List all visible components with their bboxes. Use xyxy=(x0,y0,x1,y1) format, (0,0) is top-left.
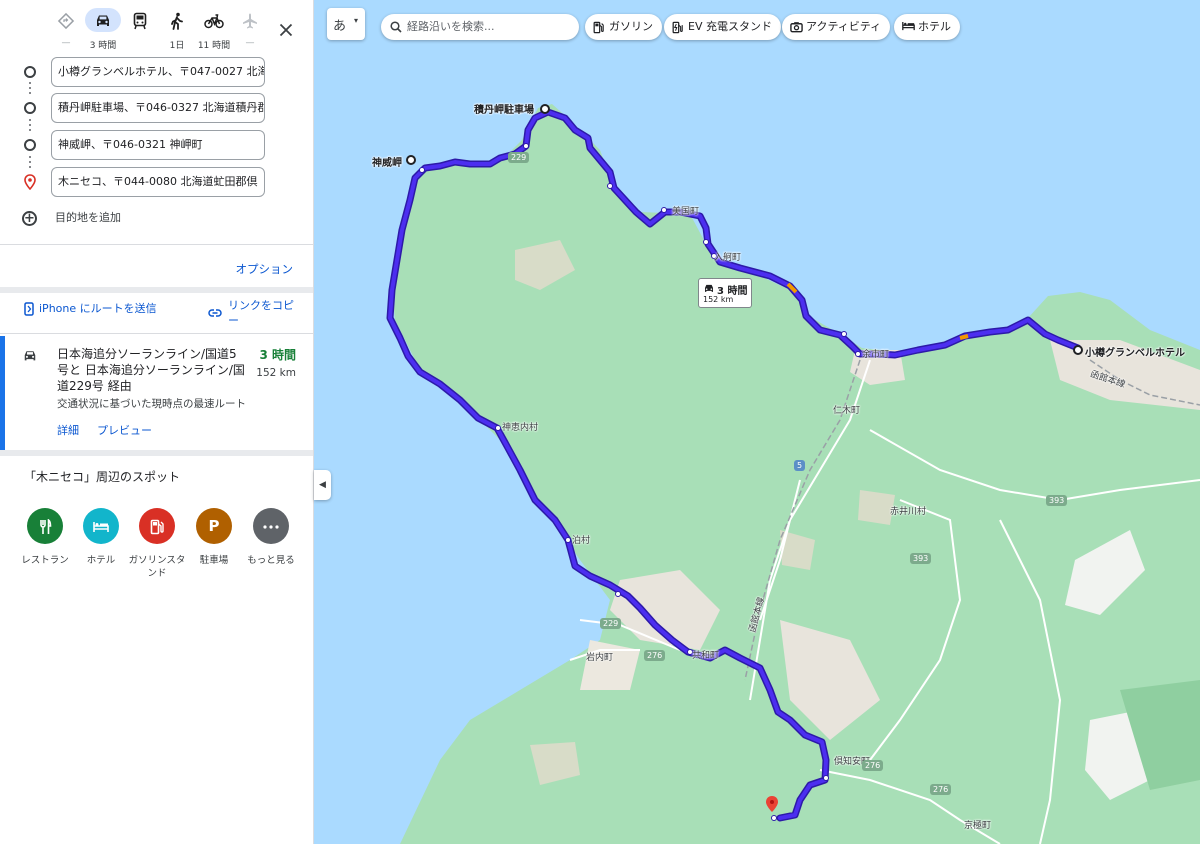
chip-ev-charging[interactable]: EV 充電スタンド xyxy=(664,14,781,40)
mode-walk[interactable]: 1日 xyxy=(157,8,197,52)
map-canvas[interactable]: 積丹岬駐車場 神威岬 小樽グランベルホテル 美国町 入舸町 余市町 仁木町 神恵… xyxy=(314,0,1200,844)
search-icon xyxy=(390,21,402,33)
search-along-route-input[interactable]: 経路沿いを検索... xyxy=(381,14,579,40)
stop-2-input[interactable]: 積丹岬駐車場、〒046-0327 北海道積丹郡 xyxy=(51,93,265,123)
route-shield-229: 229 xyxy=(600,618,622,629)
label-niki: 仁木町 xyxy=(833,406,861,416)
route-time: 3 時間 xyxy=(259,348,296,362)
more-dots-icon xyxy=(253,508,289,544)
label-irika: 入舸町 xyxy=(714,253,742,263)
label-iwanai: 岩内町 xyxy=(586,653,614,663)
stop-1: 小樽グランベルホテル、〒047-0027 北海 xyxy=(0,57,300,87)
waypoint-marker[interactable] xyxy=(1073,345,1083,355)
destination-pin-icon xyxy=(23,174,37,194)
route-time-callout[interactable]: 3 時間 152 km xyxy=(698,278,752,308)
label-otaru-hotel: 小樽グランベルホテル xyxy=(1085,348,1185,359)
options-button[interactable]: オプション xyxy=(236,261,294,277)
travel-mode-bar: — 3 時間 1日 11 時間 — xyxy=(0,8,313,52)
route-shield-276: 276 xyxy=(644,650,666,661)
map-graphic xyxy=(314,0,1200,844)
car-icon xyxy=(85,8,121,32)
traffic-segment xyxy=(959,334,969,340)
stop-3: 神威岬、〒046-0321 神岬町 xyxy=(0,130,300,160)
divider xyxy=(0,333,313,334)
route-description: 交通状況に基づいた現時点の最速ルート xyxy=(57,398,246,410)
label-bikuni: 美国町 xyxy=(672,207,700,217)
route-shield-393: 393 xyxy=(910,553,932,564)
spot-restaurant[interactable]: レストラン xyxy=(13,508,77,567)
input-method-button[interactable]: あ ▾ xyxy=(327,8,365,40)
label-akaigawa: 赤井川村 xyxy=(890,507,927,517)
add-circle-icon: + xyxy=(22,210,37,226)
hotel-bed-icon xyxy=(902,21,915,31)
link-icon xyxy=(208,309,222,317)
mode-flight[interactable]: — xyxy=(230,8,270,52)
spot-more[interactable]: もっと見る xyxy=(239,508,303,567)
mode-transit[interactable] xyxy=(120,8,160,52)
route-shield-276: 276 xyxy=(862,760,884,771)
mode-car[interactable]: 3 時間 xyxy=(83,8,123,52)
route-shield-5: 5 xyxy=(794,460,806,471)
chevron-left-icon: ◀ xyxy=(319,480,326,490)
chip-activity[interactable]: アクティビティ xyxy=(782,14,891,40)
train-icon xyxy=(122,8,158,32)
route-shield-393: 393 xyxy=(1046,495,1068,506)
route-option-card[interactable]: 日本海追分ソーランライン/国道5号と 日本海追分ソーランライン/国道229号 経… xyxy=(0,336,313,450)
hotel-bed-icon xyxy=(83,508,119,544)
stop-2: 積丹岬駐車場、〒046-0327 北海道積丹郡 xyxy=(0,93,300,123)
label-yoichi: 余市町 xyxy=(862,350,890,360)
walk-icon xyxy=(159,8,195,32)
stop-3-input[interactable]: 神威岬、〒046-0321 神岬町 xyxy=(51,130,265,160)
waypoint-circle-icon xyxy=(24,102,36,114)
parking-icon: P xyxy=(196,508,232,544)
stop-4-input[interactable]: 木ニセコ、〒044-0080 北海道虻田郡倶 xyxy=(51,167,265,197)
car-icon xyxy=(22,348,38,367)
add-destination-button[interactable]: + 目的地を追加 xyxy=(22,208,121,228)
label-kyogoku: 京極町 xyxy=(964,821,992,831)
section-divider xyxy=(0,450,313,456)
route-distance: 152 km xyxy=(256,367,296,379)
waypoint-marker[interactable] xyxy=(406,155,416,165)
label-kyowa: 共和町 xyxy=(692,651,720,661)
nearby-spots-title: 「木ニセコ」周辺のスポット xyxy=(24,470,181,484)
directions-panel: — 3 時間 1日 11 時間 — 小樽グランベルホテル、〒047-0027 北… xyxy=(0,0,314,844)
spot-gas-station[interactable]: ガソリンスタンド xyxy=(125,508,189,580)
label-kamoenai: 神恵内村 xyxy=(502,423,539,433)
diamond-directions-icon xyxy=(48,8,84,32)
route-shield-276: 276 xyxy=(930,784,952,795)
route-shield-229: 229 xyxy=(508,152,530,163)
airplane-icon xyxy=(232,8,268,32)
spot-parking[interactable]: P 駐車場 xyxy=(182,508,246,567)
stop-1-input[interactable]: 小樽グランベルホテル、〒047-0027 北海 xyxy=(51,57,265,87)
route-name: 日本海追分ソーランライン/国道5号と 日本海追分ソーランライン/国道229号 経… xyxy=(57,347,245,393)
origin-circle-icon xyxy=(24,66,36,78)
preview-link[interactable]: プレビュー xyxy=(97,422,152,438)
chip-gas[interactable]: ガソリン xyxy=(585,14,662,40)
restaurant-icon xyxy=(27,508,63,544)
send-to-phone-button[interactable]: iPhone にルートを送信 xyxy=(24,300,157,316)
divider xyxy=(0,244,313,245)
stop-4: 木ニセコ、〒044-0080 北海道虻田郡倶 xyxy=(0,167,300,197)
ev-charging-icon xyxy=(672,21,683,34)
close-icon[interactable] xyxy=(272,18,300,46)
caret-down-icon: ▾ xyxy=(354,16,359,25)
mode-bicycle[interactable]: 11 時間 xyxy=(194,8,234,52)
gas-station-icon xyxy=(139,508,175,544)
gas-station-icon xyxy=(593,21,604,34)
details-link[interactable]: 詳細 xyxy=(57,422,79,438)
phone-icon xyxy=(24,302,34,316)
label-kamui: 神威岬 xyxy=(372,158,402,169)
collapse-panel-button[interactable]: ◀ xyxy=(314,470,331,500)
label-tomari: 泊村 xyxy=(572,536,591,546)
bicycle-icon xyxy=(196,8,232,32)
spot-hotel[interactable]: ホテル xyxy=(69,508,133,567)
waypoint-marker[interactable] xyxy=(540,104,550,114)
label-shakotan-parking: 積丹岬駐車場 xyxy=(474,105,534,116)
car-icon xyxy=(705,284,713,292)
camera-icon xyxy=(790,22,803,33)
mode-best[interactable]: — xyxy=(46,8,86,52)
section-divider xyxy=(0,287,313,293)
waypoint-circle-icon xyxy=(24,139,36,151)
chip-hotel[interactable]: ホテル xyxy=(894,14,960,40)
